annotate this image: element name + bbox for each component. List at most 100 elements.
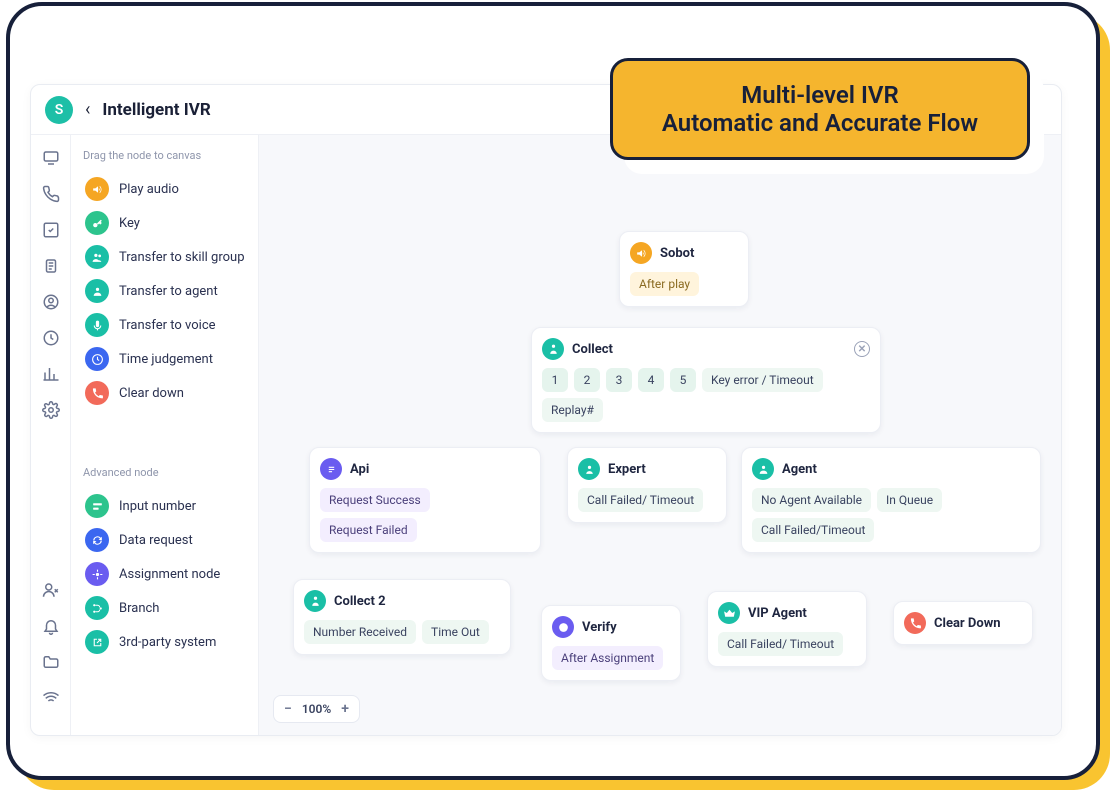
- palette-item[interactable]: Transfer to agent: [83, 274, 248, 308]
- key-chip[interactable]: 4: [638, 368, 664, 392]
- node-vip[interactable]: VIP Agent Call Failed/ Timeout: [707, 591, 867, 667]
- palette-item-label: Play audio: [119, 182, 179, 197]
- wifi-icon[interactable]: [42, 689, 60, 707]
- crown-icon: [718, 602, 740, 624]
- callout-line2: Automatic and Accurate Flow: [639, 109, 1001, 137]
- key-chip[interactable]: 5: [670, 368, 696, 392]
- gear-icon[interactable]: [42, 401, 60, 419]
- page-title: Intelligent IVR: [102, 100, 210, 120]
- node-verify[interactable]: Verify After Assignment: [541, 605, 681, 681]
- zoom-in-icon[interactable]: +: [341, 701, 349, 717]
- palette-item-label: Transfer to voice: [119, 318, 216, 333]
- chip[interactable]: Time Out: [422, 620, 489, 644]
- flow-canvas[interactable]: Sobot After play Collect ✕ 12345Key error…: [259, 135, 1061, 736]
- workspace-avatar[interactable]: S: [45, 96, 73, 124]
- chip[interactable]: After Assignment: [552, 646, 663, 670]
- phone-icon[interactable]: [42, 185, 60, 203]
- node-collect[interactable]: Collect ✕ 12345Key error / Timeout Replay#: [531, 327, 881, 433]
- hangup-icon: [85, 381, 109, 405]
- chip[interactable]: Call Failed/Timeout: [752, 518, 874, 542]
- input-icon: [85, 494, 109, 518]
- node-sobot[interactable]: Sobot After play: [619, 231, 749, 307]
- chart-icon[interactable]: [42, 365, 60, 383]
- node-api[interactable]: Api Request SuccessRequest Failed: [309, 447, 541, 553]
- export-icon: [85, 630, 109, 654]
- branch-icon: [85, 596, 109, 620]
- palette-item[interactable]: Input number: [83, 489, 248, 523]
- key-chip[interactable]: 3: [606, 368, 632, 392]
- chip[interactable]: Call Failed/ Timeout: [718, 632, 843, 656]
- user-icon[interactable]: [42, 293, 60, 311]
- folder-icon[interactable]: [42, 653, 60, 671]
- node-expert[interactable]: Expert Call Failed/ Timeout: [567, 447, 727, 523]
- node-agent[interactable]: Agent No Agent AvailableIn QueueCall Fai…: [741, 447, 1041, 553]
- data-icon: [85, 528, 109, 552]
- palette-item[interactable]: Transfer to skill group: [83, 240, 248, 274]
- palette-item-label: Assignment node: [119, 567, 220, 582]
- palette-item-label: Key: [119, 216, 140, 231]
- verify-icon: [552, 616, 574, 638]
- key-chip[interactable]: 1: [542, 368, 568, 392]
- palette-item[interactable]: Play audio: [83, 172, 248, 206]
- zoom-control[interactable]: − 100% +: [273, 695, 360, 723]
- collect-icon: [304, 590, 326, 612]
- close-icon[interactable]: ✕: [854, 341, 870, 357]
- chip[interactable]: Number Received: [304, 620, 416, 644]
- palette-item-label: Data request: [119, 533, 193, 548]
- sound-icon: [630, 242, 652, 264]
- group-icon: [85, 245, 109, 269]
- key-chip[interactable]: 2: [574, 368, 600, 392]
- voice-icon: [85, 313, 109, 337]
- node-cleardown[interactable]: Clear Down: [893, 601, 1033, 645]
- monitor-icon[interactable]: [42, 149, 60, 167]
- expert-icon: [578, 458, 600, 480]
- chip[interactable]: In Queue: [877, 488, 942, 512]
- palette-item[interactable]: 3rd-party system: [83, 625, 248, 659]
- collect-icon: [542, 338, 564, 360]
- icon-rail: [31, 135, 71, 736]
- node-title: Expert: [608, 462, 646, 477]
- chip[interactable]: Key error / Timeout: [702, 368, 823, 392]
- node-title: Clear Down: [934, 616, 1001, 631]
- chip[interactable]: Call Failed/ Timeout: [578, 488, 703, 512]
- clock-icon[interactable]: [42, 329, 60, 347]
- palette-hint: Drag the node to canvas: [83, 149, 248, 162]
- chip[interactable]: Replay#: [542, 398, 603, 422]
- node-title: Agent: [782, 462, 817, 477]
- agent-icon: [752, 458, 774, 480]
- palette-item-label: Input number: [119, 499, 196, 514]
- zoom-out-icon[interactable]: −: [284, 701, 292, 717]
- hangup-icon: [904, 612, 926, 634]
- palette-item[interactable]: Branch: [83, 591, 248, 625]
- node-title: Sobot: [660, 246, 694, 261]
- node-title: VIP Agent: [748, 606, 807, 621]
- chip[interactable]: No Agent Available: [752, 488, 871, 512]
- check-icon[interactable]: [42, 221, 60, 239]
- agent-icon: [85, 279, 109, 303]
- sound-icon: [85, 177, 109, 201]
- app-window: S ‹ Intelligent IVR Drag the node to can…: [30, 84, 1062, 736]
- chip-after-play[interactable]: After play: [630, 272, 699, 296]
- palette-item-label: Transfer to agent: [119, 284, 218, 299]
- palette-item[interactable]: Transfer to voice: [83, 308, 248, 342]
- key-icon: [85, 211, 109, 235]
- palette-item[interactable]: Key: [83, 206, 248, 240]
- palette-item-label: 3rd-party system: [119, 635, 216, 650]
- palette-advanced-hint: Advanced node: [83, 466, 248, 479]
- back-icon[interactable]: ‹: [85, 99, 90, 120]
- callout-banner: Multi-level IVR Automatic and Accurate F…: [610, 58, 1030, 160]
- bell-icon[interactable]: [42, 617, 60, 635]
- node-title: Collect: [572, 342, 613, 357]
- palette-item[interactable]: Data request: [83, 523, 248, 557]
- palette-item-label: Clear down: [119, 386, 184, 401]
- clipboard-icon[interactable]: [42, 257, 60, 275]
- palette-item[interactable]: Assignment node: [83, 557, 248, 591]
- zoom-level: 100%: [302, 702, 331, 716]
- node-title: Collect 2: [334, 594, 386, 609]
- node-collect2[interactable]: Collect 2 Number ReceivedTime Out: [293, 579, 511, 655]
- chip[interactable]: Request Success: [320, 488, 430, 512]
- palette-item[interactable]: Clear down: [83, 376, 248, 410]
- chip[interactable]: Request Failed: [320, 518, 417, 542]
- palette-item[interactable]: Time judgement: [83, 342, 248, 376]
- contact-icon[interactable]: [42, 581, 60, 599]
